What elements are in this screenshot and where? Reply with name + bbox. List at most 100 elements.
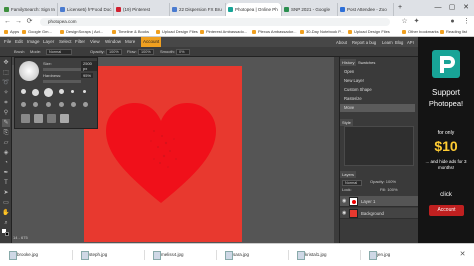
download-item[interactable]: sara.jpg bbox=[224, 250, 249, 260]
browser-tab-zoom[interactable]: Post Attendee - Zoo bbox=[338, 3, 394, 16]
bookmark-timeline[interactable]: Timeline & Books bbox=[112, 28, 149, 36]
brush-hardness-input[interactable]: 95% bbox=[81, 73, 94, 78]
browser-tab-familysearch[interactable]: FamilySearch: Sign In bbox=[2, 3, 58, 16]
pen-tool-icon[interactable]: ✒ bbox=[2, 169, 10, 177]
bookmark-plexus[interactable]: Plexus Ambassador... bbox=[252, 28, 296, 36]
download-item[interactable]: brooke.jpg bbox=[8, 250, 38, 260]
brush-preset[interactable] bbox=[32, 89, 39, 96]
brush-preset[interactable] bbox=[34, 114, 43, 123]
account-button[interactable]: Account bbox=[429, 205, 464, 216]
brush-preset[interactable] bbox=[47, 114, 56, 123]
menu-view[interactable]: View bbox=[90, 37, 100, 47]
close-downloads-icon[interactable]: ✕ bbox=[458, 250, 467, 259]
bookmark-reading-list[interactable]: Reading list bbox=[440, 28, 467, 36]
maximize-icon[interactable]: ▢ bbox=[446, 2, 458, 13]
layer-fill-input[interactable]: Fill: 100% bbox=[380, 185, 398, 195]
browser-tab-license[interactable]: License5) h*Food Doc bbox=[58, 3, 114, 16]
history-item[interactable]: Open bbox=[340, 68, 415, 76]
zoom-tool-icon[interactable]: ⌕ bbox=[2, 219, 10, 227]
mode-select[interactable]: Normal bbox=[46, 49, 72, 55]
menu-image[interactable]: Image bbox=[27, 37, 40, 47]
brush-preset[interactable] bbox=[83, 90, 86, 93]
brush-size-slider[interactable] bbox=[43, 68, 81, 71]
history-item[interactable]: New Layer bbox=[340, 77, 415, 85]
smooth-input[interactable]: 0% bbox=[176, 49, 190, 55]
fill-tool-icon[interactable]: ◈ bbox=[2, 149, 10, 157]
history-item[interactable]: Rasterize bbox=[340, 95, 415, 103]
brush-preset[interactable] bbox=[71, 90, 74, 93]
download-item[interactable]: steph.jpg bbox=[80, 250, 107, 260]
brush-preset[interactable] bbox=[60, 114, 69, 123]
extensions-icon[interactable]: ✦ bbox=[412, 17, 421, 26]
star-icon[interactable]: ☆ bbox=[400, 17, 409, 26]
brush-preset[interactable] bbox=[21, 102, 26, 107]
shape-tool-icon[interactable]: ▭ bbox=[2, 199, 10, 207]
reload-icon[interactable]: ⟳ bbox=[25, 17, 34, 26]
url-input[interactable]: photopea.com bbox=[40, 17, 390, 26]
flow-input[interactable]: 100% bbox=[138, 49, 154, 55]
menu-filter[interactable]: Filter bbox=[75, 37, 85, 47]
browser-tab-pinterest[interactable]: (19) Pinterest bbox=[114, 3, 170, 16]
menu-layer[interactable]: Layer bbox=[43, 37, 54, 47]
brush-hardness-slider[interactable] bbox=[43, 80, 81, 83]
brush-preset[interactable] bbox=[71, 102, 76, 107]
download-item[interactable]: kristal1.jpg bbox=[296, 250, 327, 260]
path-select-tool-icon[interactable]: ➤ bbox=[2, 189, 10, 197]
menu-account[interactable]: Account bbox=[141, 37, 162, 47]
opacity-input[interactable]: 100% bbox=[106, 49, 122, 55]
tab-swatches[interactable]: Swatches bbox=[356, 59, 377, 66]
menu-edit[interactable]: Edit bbox=[15, 37, 23, 47]
brush-tool-icon[interactable]: ✎ bbox=[2, 119, 10, 127]
browser-tab-photopea[interactable]: Photopea | Online Ph bbox=[226, 3, 282, 16]
crop-tool-icon[interactable]: ⌗ bbox=[2, 99, 10, 107]
blog-link[interactable]: Blog bbox=[395, 40, 403, 45]
hand-tool-icon[interactable]: ✋ bbox=[2, 209, 10, 217]
api-link[interactable]: API bbox=[407, 40, 414, 45]
eyedropper-tool-icon[interactable]: ⚲ bbox=[2, 109, 10, 117]
browser-tab-dispersion[interactable]: 22 Dispersion FX Bru bbox=[170, 3, 226, 16]
learn-link[interactable]: Learn bbox=[382, 40, 393, 45]
brush-size-input[interactable]: 2500 px bbox=[81, 61, 97, 71]
layer-row-background[interactable]: ◉ Background bbox=[340, 208, 418, 219]
visibility-eye-icon[interactable]: ◉ bbox=[342, 199, 347, 204]
blur-tool-icon[interactable]: ◔ bbox=[2, 159, 10, 167]
brush-preset[interactable] bbox=[46, 102, 51, 107]
bookmark-other[interactable]: Other bookmarks bbox=[402, 28, 439, 36]
brush-preset[interactable] bbox=[59, 102, 64, 107]
bookmark-designscraps[interactable]: DesignScraps | Act... bbox=[60, 28, 103, 36]
forward-icon[interactable]: → bbox=[14, 17, 23, 26]
lasso-tool-icon[interactable]: ➰ bbox=[2, 79, 10, 87]
brush-preset[interactable] bbox=[33, 102, 38, 107]
back-icon[interactable]: ← bbox=[3, 17, 12, 26]
brush-preset[interactable] bbox=[21, 114, 30, 123]
tab-style[interactable]: Style bbox=[340, 119, 353, 126]
browser-tab-snp[interactable]: SNP 2021 - Google bbox=[282, 3, 338, 16]
menu-dots-icon[interactable]: ⋮ bbox=[462, 17, 471, 26]
menu-window[interactable]: Window bbox=[105, 37, 121, 47]
report-bug-link[interactable]: Report a bug bbox=[352, 40, 376, 45]
text-tool-icon[interactable]: T bbox=[2, 179, 10, 187]
eraser-tool-icon[interactable]: ▱ bbox=[2, 139, 10, 147]
clone-tool-icon[interactable]: ⎘ bbox=[2, 129, 10, 137]
history-item-selected[interactable]: Move bbox=[340, 104, 415, 112]
tab-history[interactable]: History bbox=[340, 59, 357, 66]
close-icon[interactable]: ✕ bbox=[460, 2, 472, 13]
visibility-eye-icon[interactable]: ◉ bbox=[342, 211, 347, 216]
brush-preset[interactable] bbox=[59, 89, 64, 94]
brush-preset[interactable] bbox=[21, 89, 26, 94]
brush-preset[interactable] bbox=[83, 102, 88, 107]
wand-tool-icon[interactable]: ✧ bbox=[2, 89, 10, 97]
minimize-icon[interactable]: — bbox=[432, 2, 444, 13]
download-item[interactable]: jen.jpg bbox=[368, 250, 390, 260]
profile-avatar[interactable]: ● bbox=[448, 17, 457, 26]
marquee-tool-icon[interactable]: ⬚ bbox=[2, 69, 10, 77]
bookmark-upload[interactable]: Upload Design Files bbox=[156, 28, 198, 36]
bookmark-upload-2[interactable]: Upload Design Files bbox=[348, 28, 390, 36]
brush-preset[interactable] bbox=[44, 88, 53, 97]
bookmark-notebook[interactable]: 30-Day Notebook P... bbox=[300, 28, 344, 36]
move-tool-icon[interactable]: ✥ bbox=[2, 59, 10, 67]
background-color-swatch[interactable] bbox=[5, 232, 9, 236]
new-tab-button[interactable]: + bbox=[394, 2, 406, 13]
menu-more[interactable]: More bbox=[125, 37, 135, 47]
bookmark-pinterest[interactable]: Pinterest Ambassado... bbox=[200, 28, 247, 36]
